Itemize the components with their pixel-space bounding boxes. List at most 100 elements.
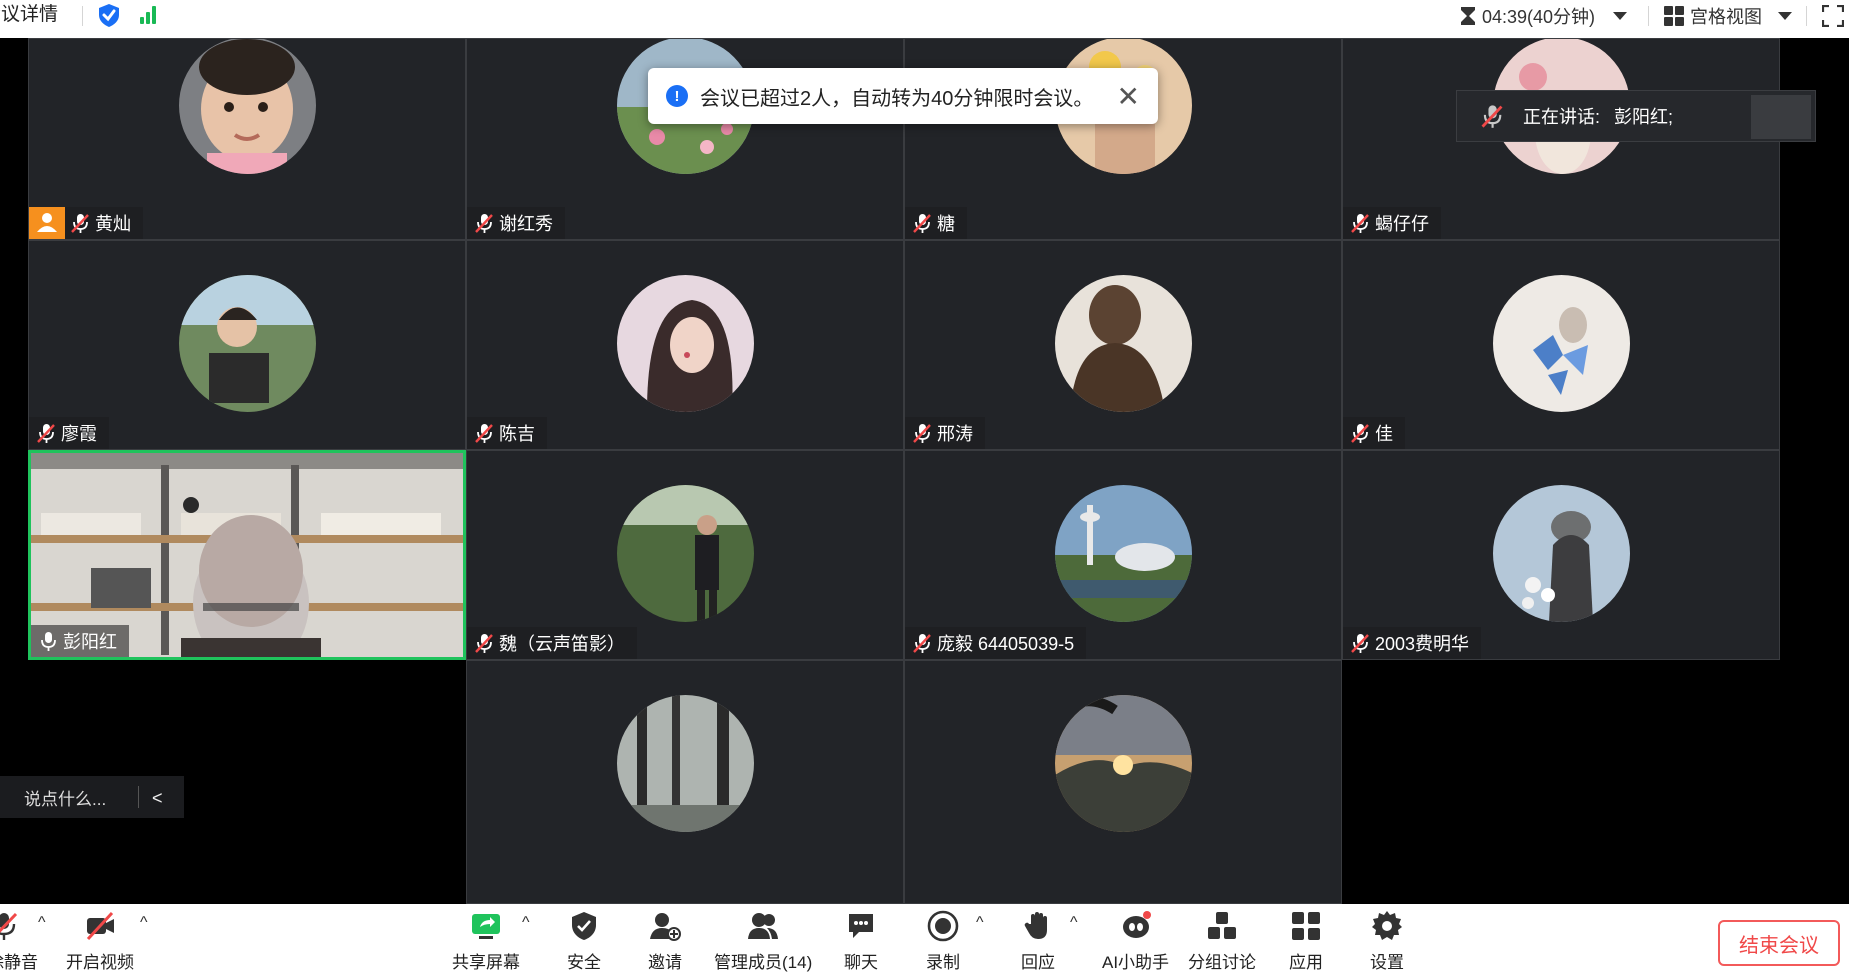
avatar bbox=[1055, 485, 1192, 622]
name-tag: 陈吉 bbox=[467, 417, 547, 449]
settings-button[interactable]: 设置 bbox=[1370, 910, 1404, 973]
active-speaker-tile[interactable]: 彭阳红 bbox=[28, 450, 466, 660]
watermark-logo bbox=[1751, 95, 1811, 139]
avatar bbox=[1055, 275, 1192, 412]
speaking-indicator: 正在讲话: 彭阳红; bbox=[1456, 90, 1816, 142]
react-button[interactable]: 回应 bbox=[1021, 910, 1055, 973]
divider bbox=[1806, 6, 1807, 26]
name-tag: 廖霞 bbox=[29, 417, 109, 449]
ai-assistant-icon bbox=[1122, 911, 1151, 938]
name-tag: 佳 bbox=[1343, 417, 1405, 449]
meeting-details-link[interactable]: 会议详情 bbox=[0, 4, 58, 26]
breakout-rooms-button[interactable]: 分组讨论 bbox=[1188, 910, 1256, 973]
participant-tile[interactable]: 2003费明华 bbox=[1342, 450, 1780, 660]
avatar bbox=[1493, 275, 1630, 412]
mute-options-caret[interactable]: ^ bbox=[38, 914, 46, 932]
react-options-caret[interactable]: ^ bbox=[1070, 914, 1078, 932]
avatar bbox=[179, 275, 316, 412]
tool-label: 开启视频 bbox=[66, 953, 134, 972]
tool-label: AI小助手 bbox=[1102, 953, 1170, 972]
mic-muted-icon bbox=[475, 634, 493, 653]
share-screen-button[interactable]: 共享屏幕 bbox=[452, 910, 520, 973]
tool-label: 解除静音 bbox=[0, 953, 38, 972]
meeting-timer[interactable]: 04:39(40分钟) bbox=[1460, 2, 1628, 30]
avatar bbox=[617, 485, 754, 622]
mic-muted-icon bbox=[37, 424, 55, 443]
mic-muted-icon bbox=[913, 634, 931, 653]
ai-assistant-button[interactable]: AI小助手 bbox=[1102, 910, 1169, 973]
name-tag: 糖 bbox=[905, 207, 967, 239]
avatar bbox=[617, 695, 754, 832]
security-button[interactable]: 安全 bbox=[567, 910, 601, 973]
hourglass-icon bbox=[1461, 7, 1475, 25]
chat-input-box[interactable]: 说点什么... < bbox=[0, 776, 184, 818]
tool-label: 安全 bbox=[567, 953, 601, 972]
participant-name: 2003费明华 bbox=[1375, 634, 1470, 654]
participant-tile[interactable]: 廖霞 bbox=[28, 240, 466, 450]
tool-label: 共享屏幕 bbox=[452, 953, 520, 972]
toast-message: 会议已超过2人，自动转为40分钟限时会议。 bbox=[700, 87, 1094, 110]
tool-label: 邀请 bbox=[648, 953, 682, 972]
top-bar: 会议详情 04:39(40分钟) 宫格视图 bbox=[0, 0, 1849, 38]
participant-tile[interactable]: 佳 bbox=[1342, 240, 1780, 450]
avatar bbox=[1055, 695, 1192, 832]
close-icon[interactable]: ✕ bbox=[1117, 80, 1140, 113]
tool-label: 设置 bbox=[1370, 953, 1404, 972]
participant-name: 谢红秀 bbox=[499, 214, 553, 234]
participant-tile[interactable] bbox=[904, 660, 1342, 904]
add-user-icon bbox=[650, 913, 681, 941]
participant-tile[interactable]: 庞毅 64405039-5 bbox=[904, 450, 1342, 660]
record-options-caret[interactable]: ^ bbox=[976, 914, 984, 932]
raise-hand-icon bbox=[1024, 912, 1047, 939]
participant-name: 邢涛 bbox=[937, 424, 973, 444]
fullscreen-icon[interactable] bbox=[1822, 5, 1844, 27]
meeting-toolbar: 解除静音 ^ 开启视频 ^ 共享屏幕 ^ 安全 邀请 管理成员(14) 聊天 录… bbox=[0, 904, 1849, 976]
view-mode-label: 宫格视图 bbox=[1690, 7, 1762, 27]
security-shield-icon[interactable] bbox=[98, 3, 120, 28]
mic-muted-icon bbox=[0, 912, 18, 940]
divider bbox=[82, 6, 83, 26]
speaking-name: 彭阳红; bbox=[1614, 107, 1674, 127]
gear-icon bbox=[1372, 911, 1402, 940]
video-options-caret[interactable]: ^ bbox=[140, 914, 148, 932]
tool-label: 录制 bbox=[926, 953, 960, 972]
chat-button[interactable]: 聊天 bbox=[844, 910, 878, 973]
participant-name: 佳 bbox=[1375, 424, 1393, 444]
start-video-button[interactable]: 开启视频 bbox=[66, 910, 134, 973]
participant-name: 彭阳红 bbox=[63, 632, 117, 652]
record-icon bbox=[927, 910, 959, 942]
participant-tile[interactable]: 黄灿 bbox=[28, 38, 466, 240]
mic-muted-icon bbox=[913, 424, 931, 443]
end-meeting-button[interactable]: 结束会议 bbox=[1718, 920, 1840, 966]
name-tag: 魏（云声笛影） bbox=[467, 627, 637, 659]
mic-muted-icon bbox=[1351, 214, 1369, 233]
mic-on-icon bbox=[41, 632, 56, 651]
network-signal-icon[interactable] bbox=[140, 6, 160, 24]
members-icon bbox=[748, 913, 779, 939]
invite-button[interactable]: 邀请 bbox=[648, 910, 682, 973]
grid-view-icon bbox=[1664, 6, 1684, 26]
collapse-chevron-icon[interactable]: < bbox=[152, 788, 163, 809]
participant-name: 糖 bbox=[937, 214, 955, 234]
participant-tile[interactable]: 陈吉 bbox=[466, 240, 904, 450]
mic-muted-icon bbox=[475, 214, 493, 233]
record-button[interactable]: 录制 bbox=[926, 910, 960, 973]
unmute-button[interactable]: 解除静音 bbox=[0, 910, 38, 973]
divider bbox=[1648, 6, 1649, 26]
manage-members-button[interactable]: 管理成员(14) bbox=[714, 910, 812, 973]
view-mode-dropdown[interactable]: 宫格视图 bbox=[1664, 2, 1792, 30]
share-options-caret[interactable]: ^ bbox=[522, 914, 530, 932]
participant-tile[interactable]: 邢涛 bbox=[904, 240, 1342, 450]
chat-icon bbox=[849, 914, 873, 938]
chat-input-placeholder[interactable]: 说点什么... bbox=[0, 785, 106, 810]
info-icon: ! bbox=[666, 85, 688, 107]
tool-label: 应用 bbox=[1289, 953, 1323, 972]
host-badge-icon bbox=[29, 207, 65, 239]
video-off-icon bbox=[86, 911, 114, 941]
participant-tile[interactable]: 魏（云声笛影） bbox=[466, 450, 904, 660]
participant-tile[interactable] bbox=[466, 660, 904, 904]
tool-label: 管理成员(14) bbox=[714, 953, 813, 972]
breakout-icon bbox=[1208, 912, 1236, 939]
apps-button[interactable]: 应用 bbox=[1289, 910, 1323, 973]
chevron-down-icon bbox=[1613, 12, 1628, 20]
